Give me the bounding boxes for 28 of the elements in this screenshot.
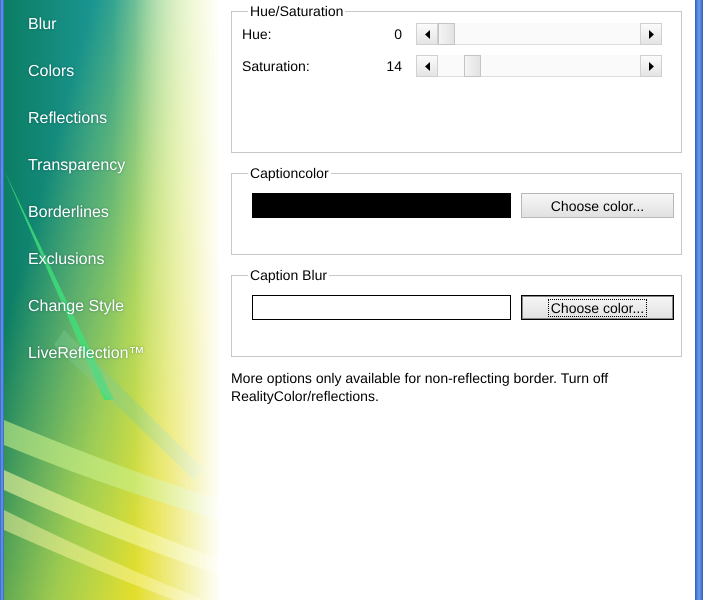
choose-color-button[interactable]: Choose color... [521, 193, 674, 218]
sidebar-item[interactable]: Reflections [28, 106, 108, 131]
scroll-right-button[interactable] [640, 23, 662, 45]
scroll-left-button[interactable] [416, 55, 438, 77]
sidebar-item[interactable]: Blur [28, 12, 56, 37]
sidebar-item[interactable]: LiveReflection™ [28, 341, 144, 366]
left-arrow-icon [424, 30, 430, 38]
slider-value: 14 [385, 58, 402, 74]
sidebar-item[interactable]: Change Style [28, 294, 124, 319]
right-arrow-icon [648, 62, 654, 70]
right-arrow-icon [648, 30, 654, 38]
left-arrow-icon [424, 62, 430, 70]
slider-label: Saturation: [241, 58, 311, 74]
sidebar-item[interactable]: Transparency [28, 153, 126, 178]
slider-label: Hue: [241, 26, 273, 42]
info-note: More options only available for non-reflecting border. Turn off RealityColor/reflections. [231, 369, 610, 405]
sidebar-item[interactable]: Exclusions [28, 247, 104, 272]
group-title: Hue/Saturation [249, 3, 344, 19]
sidebar-item[interactable]: Colors [28, 59, 74, 84]
group-title: Caption Blur [249, 267, 328, 283]
group-title: Captioncolor [249, 165, 330, 181]
slider-value: 0 [393, 26, 402, 42]
slider-thumb[interactable] [438, 23, 455, 45]
scroll-right-button[interactable] [640, 55, 662, 77]
scroll-left-button[interactable] [416, 23, 438, 45]
sidebar-item[interactable]: Borderlines [28, 200, 109, 225]
choose-color-button[interactable]: Choose color... [521, 295, 674, 320]
slider-thumb[interactable] [464, 55, 481, 77]
